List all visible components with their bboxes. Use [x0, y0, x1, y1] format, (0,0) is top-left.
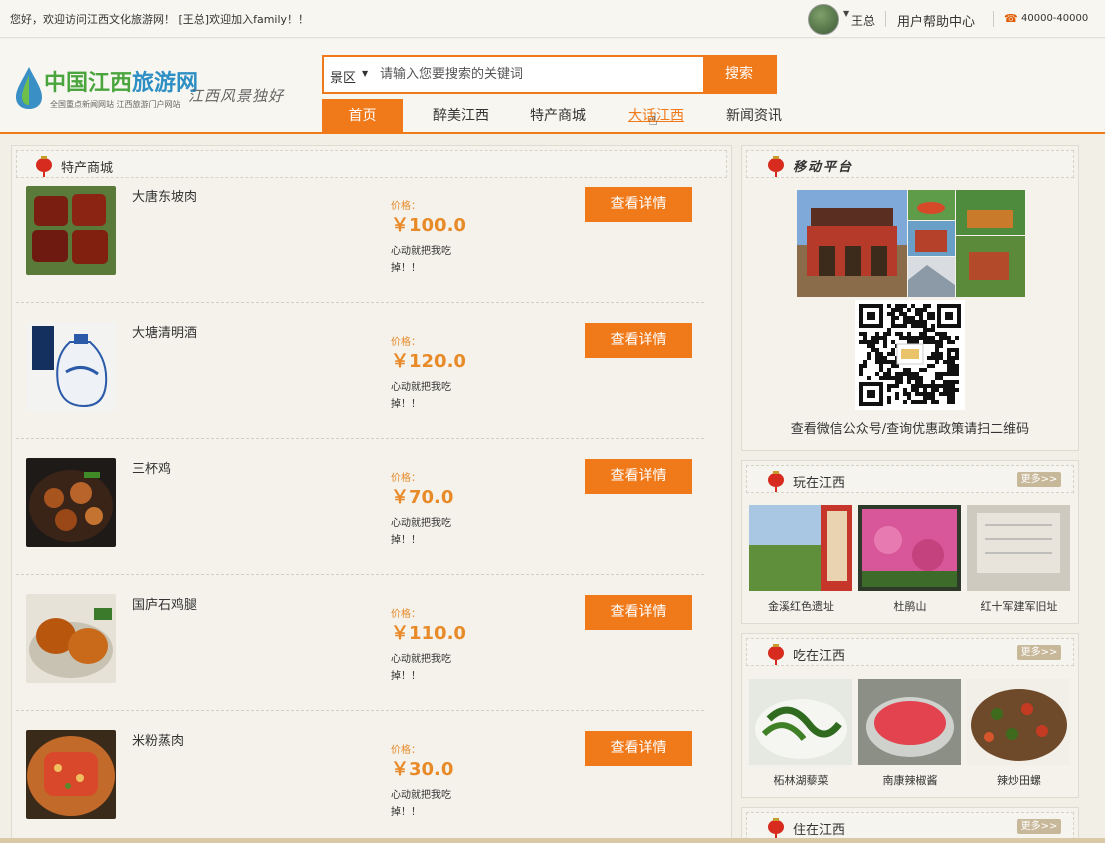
- product-name[interactable]: 三杯鸡: [132, 458, 171, 477]
- product-thumbnail[interactable]: [26, 186, 116, 275]
- divider: [885, 11, 886, 27]
- panel-title: 吃在江西: [793, 649, 846, 664]
- play-caption-0[interactable]: 金溪红色遗址: [746, 598, 856, 614]
- qr-caption: 查看微信公众号/查询优惠政策请扫二维码: [790, 422, 1030, 437]
- nav-specialty-mall[interactable]: 特产商城: [519, 99, 597, 134]
- product-tagline: 心动就把我吃掉！！: [391, 790, 451, 818]
- view-details-button[interactable]: 查看详情: [585, 459, 692, 494]
- help-center-link[interactable]: 用户帮助中心: [897, 11, 975, 30]
- wechat-qr-code[interactable]: [855, 300, 965, 410]
- user-avatar[interactable]: [808, 4, 839, 35]
- product-price: ￥110.0: [391, 623, 466, 644]
- logo-subtitle: 全国重点新闻网站 江西旅游门户网站: [50, 100, 181, 109]
- divider: [993, 11, 994, 27]
- eat-caption-2[interactable]: 辣炒田螺: [964, 772, 1074, 788]
- header: 中国江西旅游网 全国重点新闻网站 江西旅游门户网站 江西风景独好 景区 ▼ 搜索…: [0, 39, 1105, 134]
- product-price: ￥120.0: [391, 351, 466, 372]
- product-row: 大唐东坡肉价格： ￥100.0 心动就把我吃掉！！ 查看详情: [16, 167, 704, 303]
- chevron-down-icon[interactable]: ▼: [843, 9, 849, 18]
- product-thumbnail[interactable]: [26, 322, 116, 411]
- search-input[interactable]: [380, 63, 700, 86]
- price-label: 价格：: [391, 337, 421, 348]
- play-tile-0[interactable]: [749, 505, 852, 591]
- product-row: 大塘清明酒价格： ￥120.0 心动就把我吃掉！！ 查看详情: [16, 303, 704, 439]
- product-name[interactable]: 大塘清明酒: [132, 322, 197, 341]
- view-details-button[interactable]: 查看详情: [585, 323, 692, 358]
- top-bar: 您好，欢迎访问江西文化旅游网！ [王总]欢迎加入family！！ ▼ 王总 用户…: [0, 0, 1105, 38]
- product-row: 米粉蒸肉价格： ￥30.0 心动就把我吃掉！！ 查看详情: [16, 711, 704, 843]
- more-button[interactable]: 更多>>: [1017, 819, 1061, 834]
- eat-tile-0[interactable]: [749, 679, 852, 765]
- view-details-button[interactable]: 查看详情: [585, 731, 692, 766]
- eat-caption-1[interactable]: 南康辣椒酱: [855, 772, 965, 788]
- product-name[interactable]: 米粉蒸肉: [132, 730, 184, 749]
- product-row: 国庐石鸡腿价格： ￥110.0 心动就把我吃掉！！ 查看详情: [16, 575, 704, 711]
- price-label: 价格：: [391, 745, 421, 756]
- panel-header: 吃在江西 更多>>: [746, 638, 1074, 666]
- panel-header: 移动平台: [746, 150, 1074, 178]
- eat-caption-0[interactable]: 柘林湖藜菜: [746, 772, 856, 788]
- phone-number: 40000-40000: [1021, 13, 1089, 24]
- view-details-button[interactable]: 查看详情: [585, 595, 692, 630]
- product-price: ￥30.0: [391, 759, 454, 780]
- welcome-text: 您好，欢迎访问江西文化旅游网！ [王总]欢迎加入family！！: [10, 13, 310, 26]
- play-tile-2[interactable]: [967, 505, 1070, 591]
- phone-icon: ☎: [1004, 12, 1018, 25]
- chevron-down-icon[interactable]: ▼: [362, 69, 368, 78]
- product-tagline: 心动就把我吃掉！！: [391, 518, 451, 546]
- site-logo[interactable]: 中国江西旅游网 全国重点新闻网站 江西旅游门户网站: [14, 61, 198, 119]
- product-row: 三杯鸡价格： ￥70.0 心动就把我吃掉！！ 查看详情: [16, 439, 704, 575]
- logo-drop-icon: [16, 67, 42, 109]
- nav-beautiful-jiangxi[interactable]: 醉美江西: [422, 99, 500, 134]
- product-thumbnail[interactable]: [26, 730, 116, 819]
- lantern-icon: [768, 156, 784, 177]
- nav-news[interactable]: 新闻资讯: [715, 99, 793, 134]
- panel-header: 住在江西 更多>>: [746, 812, 1074, 840]
- scenic-photo-collage[interactable]: [797, 190, 1025, 297]
- play-caption-2[interactable]: 红十军建军旧址: [964, 598, 1074, 614]
- search-category-select[interactable]: 景区: [330, 67, 356, 86]
- lantern-icon: [768, 644, 784, 665]
- more-button[interactable]: 更多>>: [1017, 645, 1061, 660]
- logo-title: 中国江西旅游网: [44, 70, 199, 96]
- price-label: 价格：: [391, 473, 421, 484]
- product-price: ￥100.0: [391, 215, 466, 236]
- panel-header: 玩在江西 更多>>: [746, 465, 1074, 493]
- lantern-icon: [768, 818, 784, 839]
- search-bar: 景区 ▼ 搜索: [322, 55, 777, 94]
- product-tagline: 心动就把我吃掉！！: [391, 382, 451, 410]
- product-thumbnail[interactable]: [26, 594, 116, 683]
- product-thumbnail[interactable]: [26, 458, 116, 547]
- slogan: 江西风景独好: [188, 87, 285, 105]
- view-details-button[interactable]: 查看详情: [585, 187, 692, 222]
- bottom-border: [0, 838, 1105, 843]
- eat-tile-1[interactable]: [858, 679, 961, 765]
- price-label: 价格：: [391, 609, 421, 620]
- play-caption-1[interactable]: 杜鹃山: [855, 598, 965, 614]
- lantern-icon: [768, 471, 784, 492]
- price-label: 价格：: [391, 201, 421, 212]
- panel-title: 移动平台: [793, 160, 854, 175]
- hand-cursor-icon: ☝: [648, 110, 658, 129]
- search-button[interactable]: 搜索: [703, 57, 775, 92]
- product-tagline: 心动就把我吃掉！！: [391, 654, 451, 682]
- panel-title: 玩在江西: [793, 476, 846, 491]
- nav-home[interactable]: 首页: [322, 99, 403, 134]
- username[interactable]: 王总: [851, 12, 875, 29]
- more-button[interactable]: 更多>>: [1017, 472, 1061, 487]
- product-price: ￥70.0: [391, 487, 454, 508]
- product-name[interactable]: 国庐石鸡腿: [132, 594, 197, 613]
- panel-title: 住在江西: [793, 823, 846, 838]
- product-name[interactable]: 大唐东坡肉: [132, 186, 197, 205]
- play-tile-1[interactable]: [858, 505, 961, 591]
- eat-tile-2[interactable]: [967, 679, 1070, 765]
- product-tagline: 心动就把我吃掉！！: [391, 246, 451, 274]
